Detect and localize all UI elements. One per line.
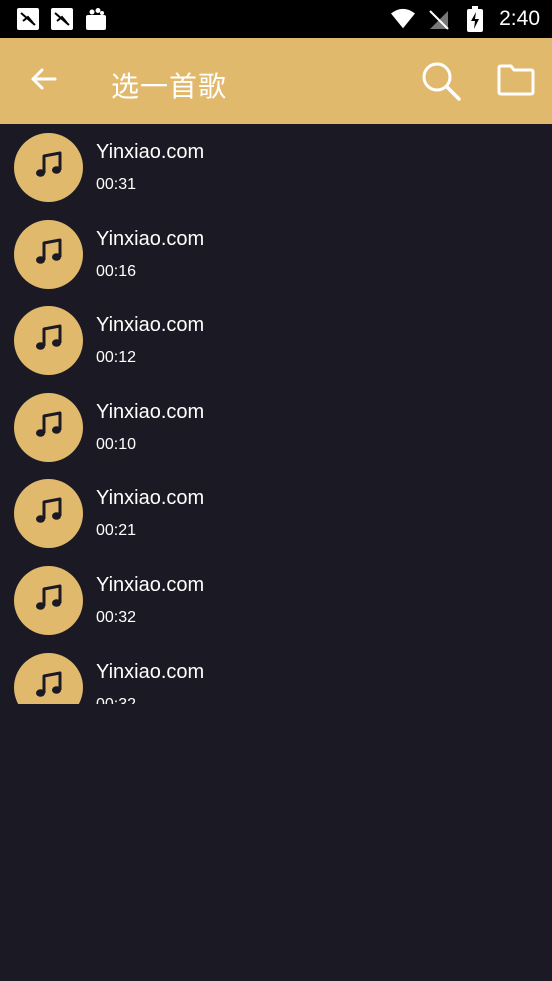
list-item[interactable]: Yinxiao.com 00:16 — [0, 211, 552, 298]
song-list: Yinxiao.com 00:31 Yinxiao.com 00:16 Yinx… — [0, 124, 552, 704]
list-item[interactable]: Yinxiao.com 00:31 — [0, 124, 552, 211]
song-title: Yinxiao.com — [96, 660, 205, 683]
song-duration: 00:32 — [96, 608, 137, 626]
page-title: 选一首歌 — [111, 71, 228, 102]
song-title: Yinxiao.com — [96, 487, 205, 510]
song-duration: 00:32 — [96, 696, 136, 704]
search-button[interactable] — [418, 60, 464, 106]
song-duration: 00:16 — [96, 262, 137, 280]
song-title: Yinxiao.com — [96, 141, 205, 163]
song-title: Yinxiao.com — [96, 314, 205, 337]
song-title: Yinxiao.com — [96, 400, 205, 423]
music-note-icon — [34, 410, 64, 445]
song-duration: 00:21 — [96, 522, 137, 540]
song-avatar — [14, 219, 83, 289]
song-duration: 00:12 — [96, 349, 137, 367]
music-note-icon — [34, 323, 64, 358]
status-time: 2:40 — [499, 7, 540, 30]
folder-button[interactable] — [494, 60, 538, 104]
list-item[interactable]: Yinxiao.com 00:10 — [0, 384, 552, 471]
no-signal-icon — [427, 7, 451, 31]
wifi-icon — [391, 7, 416, 31]
song-avatar — [14, 306, 83, 376]
arrow-back-icon — [29, 65, 57, 98]
song-title: Yinxiao.com — [96, 227, 205, 250]
status-bar-system: 2:40 — [391, 0, 540, 38]
list-item[interactable]: Yinxiao.com 00:32 — [0, 557, 552, 644]
app-notification-icon — [16, 7, 40, 31]
shopping-bag-icon — [84, 7, 108, 31]
status-bar: 2:40 — [0, 0, 552, 38]
music-note-icon — [34, 583, 64, 618]
app-bar: 选一首歌 — [0, 38, 552, 124]
folder-icon — [497, 64, 535, 101]
list-item[interactable]: Yinxiao.com 00:12 — [0, 297, 552, 384]
song-avatar — [14, 392, 83, 462]
music-note-icon — [34, 670, 64, 704]
song-duration: 00:31 — [96, 176, 137, 193]
music-note-icon — [34, 237, 64, 272]
app-notification-icon — [50, 7, 74, 31]
battery-charging-icon — [463, 6, 487, 32]
song-avatar — [14, 133, 83, 202]
song-avatar — [14, 479, 83, 549]
music-note-icon — [34, 496, 64, 531]
search-icon — [421, 61, 461, 106]
music-note-icon — [34, 150, 64, 185]
status-bar-notifications — [16, 7, 108, 31]
song-avatar — [14, 565, 83, 635]
song-title: Yinxiao.com — [96, 573, 205, 596]
song-avatar — [14, 652, 83, 704]
list-item[interactable]: Yinxiao.com 00:21 — [0, 470, 552, 557]
song-duration: 00:10 — [96, 435, 137, 453]
back-button[interactable] — [22, 60, 64, 102]
list-item[interactable]: Yinxiao.com 00:32 — [0, 644, 552, 704]
